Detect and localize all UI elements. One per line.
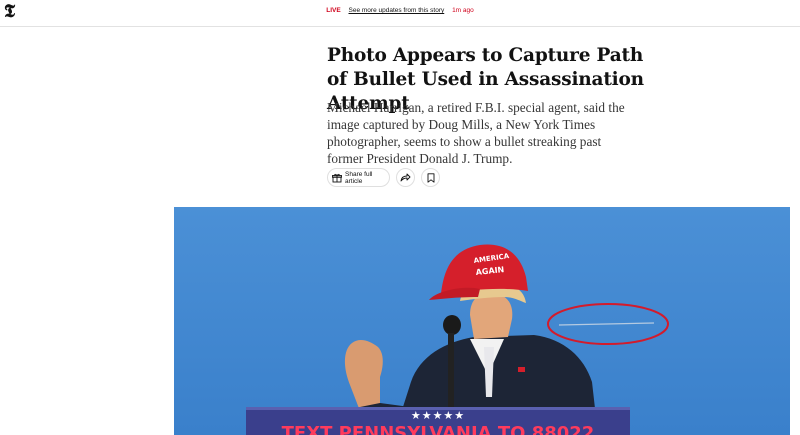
- top-bar: 𝕿 LIVE See more updates from this story …: [0, 0, 800, 27]
- live-updates-link[interactable]: See more updates from this story: [349, 7, 445, 14]
- article-summary: Michael Harrigan, a retired F.B.I. speci…: [327, 100, 625, 166]
- sign-stars: ★★★★★: [411, 409, 465, 422]
- live-updates-strip: LIVE See more updates from this story 1m…: [0, 6, 800, 16]
- share-full-article-label: Share full article: [345, 170, 373, 185]
- lead-photo-illustration: AMERICA AGAIN ★★★★★ TEXT PENNSYLVANIA TO…: [174, 207, 790, 435]
- mic-stand: [448, 333, 454, 413]
- live-label: LIVE: [326, 7, 341, 14]
- flag-pin: [518, 367, 525, 372]
- sign-text: TEXT PENNSYLVANIA TO 88022: [282, 423, 595, 435]
- microphone: [443, 315, 461, 335]
- live-timestamp: 1m ago: [452, 7, 474, 14]
- bookmark-icon: [427, 172, 435, 183]
- share-full-article-button[interactable]: Share full article: [327, 168, 390, 187]
- gift-icon: [332, 173, 342, 183]
- face: [470, 293, 513, 339]
- save-button[interactable]: [421, 168, 440, 187]
- share-arrow-icon: [400, 173, 411, 182]
- share-button[interactable]: [396, 168, 415, 187]
- share-toolbar: Share full article: [327, 168, 440, 188]
- lead-photo: AMERICA AGAIN ★★★★★ TEXT PENNSYLVANIA TO…: [174, 207, 790, 435]
